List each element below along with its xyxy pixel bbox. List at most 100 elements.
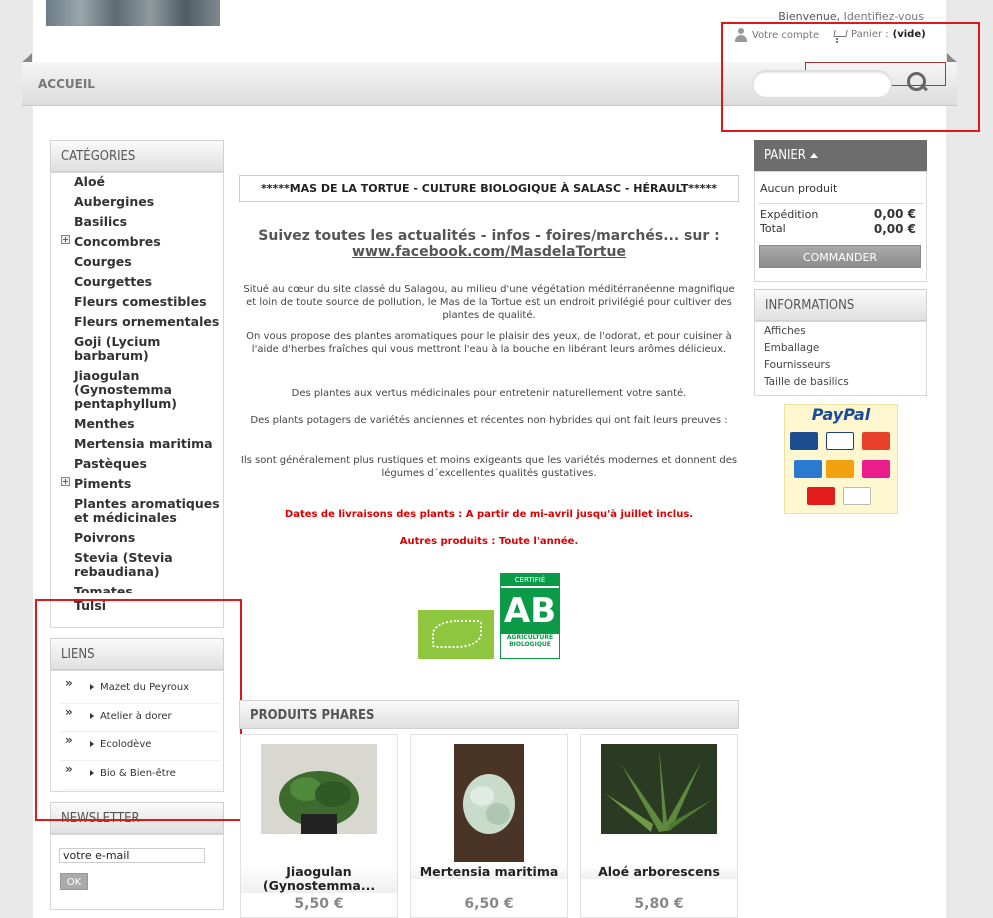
link-item[interactable]: » Bio & Bien-être	[60, 761, 220, 790]
category-item[interactable]: Aubergines	[74, 195, 222, 209]
product-name: Jiaogulan (Gynostemma...	[241, 865, 397, 893]
facebook-link[interactable]: www.facebook.com/MasdelaTortue	[239, 244, 739, 260]
search-icon[interactable]	[906, 71, 930, 95]
category-item[interactable]: + Piments	[61, 476, 222, 491]
order-button[interactable]: COMMANDER	[759, 245, 921, 268]
link-item[interactable]: » Ecolodève	[60, 732, 220, 762]
shipping-label: Expédition	[760, 208, 819, 221]
product-image	[601, 744, 717, 834]
eu-organic-logo	[418, 610, 494, 659]
category-label: Piments	[74, 476, 132, 491]
links-list: » Mazet du Peyroux » Atelier à dorer » Ecol…	[60, 675, 220, 790]
expand-icon[interactable]: +	[61, 477, 70, 486]
category-item[interactable]: Fleurs comestibles	[74, 295, 222, 309]
paypal-brand: PayPal	[811, 405, 871, 424]
panier-header[interactable]: PANIER	[754, 140, 927, 171]
cart-link[interactable]: Panier : (vide)	[832, 28, 926, 41]
category-item[interactable]: Basilics	[74, 215, 222, 229]
rustic-paragraph: Ils sont généralement plus rustiques et …	[240, 455, 738, 479]
main-navbar: ACCUEIL	[22, 53, 957, 106]
welcome-label: Bienvenue,	[778, 10, 841, 23]
user-icon	[734, 28, 748, 42]
panier-empty: Aucun produit	[760, 182, 838, 195]
product-card[interactable]: Jiaogulan (Gynostemma... 5,50 €	[240, 734, 398, 918]
arrow-icon	[90, 770, 94, 777]
shipping-value: 0,00 €	[873, 207, 916, 221]
total-value: 0,00 €	[873, 222, 916, 236]
featured-header: PRODUITS PHARES	[239, 700, 739, 729]
product-image	[261, 744, 377, 834]
follow-text: Suivez toutes les actualités - infos - f…	[239, 228, 739, 260]
link-label: Mazet du Peyroux	[100, 682, 190, 693]
paypal-card-icon	[843, 487, 871, 505]
info-item[interactable]: Taille de basilics	[764, 374, 849, 391]
product-card[interactable]: Mertensia maritima 6,50 €	[410, 734, 568, 918]
product-price: 6,50 €	[464, 896, 514, 912]
site-banner: *****MAS DE LA TORTUE - CULTURE BIOLOGIQ…	[239, 175, 739, 202]
newsletter-box	[50, 834, 224, 910]
total-label: Total	[760, 222, 786, 235]
account-link[interactable]: Votre compte	[734, 28, 819, 42]
expand-icon[interactable]: +	[61, 235, 70, 244]
category-item[interactable]: Fleurs ornementales	[74, 315, 222, 329]
category-item[interactable]: Goji (Lycium barbarum)	[74, 335, 222, 363]
cb-card-icon	[790, 432, 818, 450]
category-item[interactable]: Courgettes	[74, 275, 222, 289]
search-input[interactable]	[752, 70, 892, 98]
category-item[interactable]: Plantes aromatiques et médicinales	[74, 497, 222, 525]
category-item[interactable]: Aloé	[74, 175, 222, 189]
informations-header: INFORMATIONS	[754, 289, 927, 321]
link-item[interactable]: » Mazet du Peyroux	[60, 675, 220, 704]
category-item[interactable]: Mertensia maritima	[74, 437, 222, 451]
category-item[interactable]: Courges	[74, 255, 222, 269]
cart-label: Panier :	[851, 29, 889, 40]
category-item[interactable]: Pastèques	[74, 457, 222, 471]
info-item[interactable]: Emballage	[764, 340, 849, 357]
ok-button[interactable]: OK	[60, 873, 88, 890]
category-item[interactable]: Menthes	[74, 417, 222, 431]
panier-divider	[758, 203, 923, 204]
category-item[interactable]: Stevia (Stevia rebaudiana)	[74, 551, 222, 579]
category-item[interactable]: Tulsi	[74, 599, 222, 613]
ab-cert-label: CERTIFIÉ	[501, 574, 559, 586]
4etoiles-card-icon	[807, 487, 835, 505]
info-item[interactable]: Fournisseurs	[764, 357, 849, 374]
arrow-icon	[90, 712, 94, 719]
categories-header: CATÉGORIES	[50, 140, 224, 172]
arrow-icon	[90, 684, 94, 690]
category-label: Concombres	[74, 234, 161, 249]
quote-icon: »	[65, 704, 73, 719]
aurore-card-icon	[826, 460, 854, 478]
quote-icon: »	[65, 676, 73, 690]
category-item[interactable]: Jiaogulan (Gynostemma pentaphyllum)	[74, 369, 222, 411]
site-logo[interactable]	[46, 0, 220, 26]
mastercard-icon	[862, 432, 890, 450]
login-link[interactable]: Identifiez-vous	[844, 10, 924, 23]
chevron-up-icon	[809, 153, 818, 158]
product-name: Aloé arborescens	[581, 865, 737, 879]
product-price: 5,50 €	[294, 896, 344, 912]
ab-sub-label: AGRICULTURE BIOLOGIQUE	[506, 634, 554, 648]
delivery-dates: Dates de livraisons des plants : A parti…	[284, 509, 694, 520]
email-field[interactable]: votre e-mail	[59, 848, 205, 863]
intro-paragraph: Situé au cœur du site classé du Salagou,…	[243, 284, 735, 321]
quote-icon: »	[65, 762, 73, 777]
cart-icon	[832, 28, 847, 41]
links-header: LIENS	[50, 638, 224, 670]
link-label: Ecolodève	[100, 739, 152, 751]
category-item[interactable]: + Concombres	[61, 234, 222, 249]
card-icon	[862, 460, 890, 478]
newsletter-header: NEWSLETTER	[50, 802, 224, 834]
link-item[interactable]: » Atelier à dorer	[60, 704, 220, 733]
product-card[interactable]: Aloé arborescens 5,80 €	[580, 734, 738, 918]
link-label: Bio & Bien-être	[100, 768, 176, 780]
other-products: Autres produits : Toute l'année.	[399, 536, 579, 547]
category-item[interactable]: Poivrons	[74, 531, 222, 545]
nav-home[interactable]: ACCUEIL	[38, 77, 95, 91]
category-item[interactable]: Tomates	[74, 585, 222, 593]
aromatic-paragraph: On vous propose des plantes aromatiques …	[246, 331, 732, 355]
vegetable-paragraph: Des plants potagers de variétés ancienne…	[250, 415, 728, 426]
info-item[interactable]: Affiches	[764, 323, 849, 340]
visa-card-icon	[826, 432, 854, 450]
categories-list: Aloé Aubergines Basilics + Concombres Cou…	[61, 175, 222, 619]
